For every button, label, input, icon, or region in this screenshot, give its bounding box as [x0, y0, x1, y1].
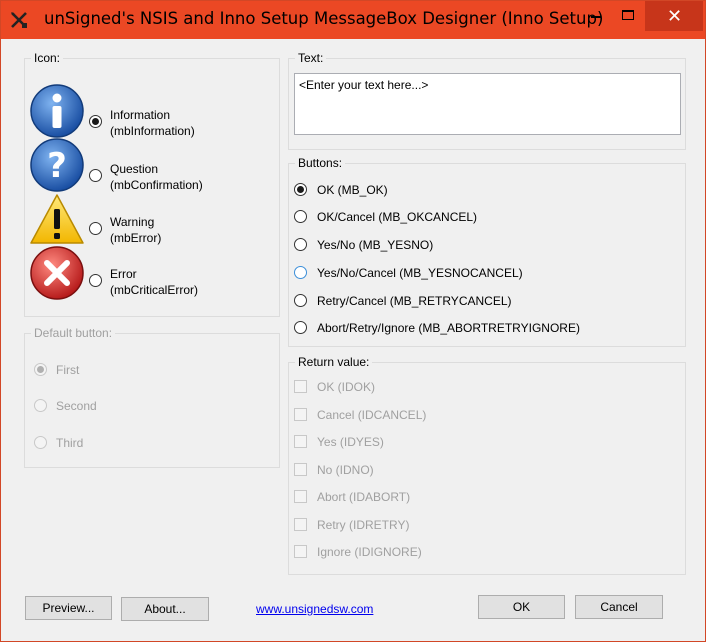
default-button-legend: Default button:	[31, 326, 116, 340]
return-value-group: Return value: OK (IDOK) Cancel (IDCANCEL…	[288, 355, 686, 575]
icon-radio-question[interactable]	[89, 169, 102, 182]
buttons-radio-yesno[interactable]	[294, 238, 307, 251]
buttons-label-yesno: Yes/No (MB_YESNO)	[317, 238, 434, 252]
return-check-idcancel[interactable]	[294, 408, 307, 421]
icon-radio-warning[interactable]	[89, 222, 102, 235]
buttons-radio-yesnocancel[interactable]	[294, 266, 307, 279]
return-label-idyes: Yes (IDYES)	[317, 435, 384, 449]
return-label-idno: No (IDNO)	[317, 463, 374, 477]
icon-group-legend: Icon:	[31, 51, 64, 65]
information-icon[interactable]	[29, 83, 85, 139]
return-label-idcancel: Cancel (IDCANCEL)	[317, 408, 427, 422]
default-radio-third[interactable]	[34, 436, 47, 449]
buttons-label-ok: OK (MB_OK)	[317, 183, 388, 197]
warning-icon[interactable]	[29, 191, 85, 247]
icon-label-question-1: Question	[110, 162, 159, 176]
return-check-idno[interactable]	[294, 463, 307, 476]
return-label-idabort: Abort (IDABORT)	[317, 490, 411, 504]
buttons-label-abortretryignore: Abort/Retry/Ignore (MB_ABORTRETRYIGNORE)	[317, 321, 580, 335]
default-label-third: Third	[56, 436, 84, 450]
buttons-radio-ok[interactable]	[294, 183, 307, 196]
return-check-idretry[interactable]	[294, 518, 307, 531]
icon-label-information-1: Information	[110, 108, 171, 122]
preview-button[interactable]: Preview...	[25, 596, 112, 620]
ok-button[interactable]: OK	[478, 595, 565, 619]
about-button[interactable]: About...	[121, 597, 209, 621]
buttons-radio-retrycancel[interactable]	[294, 294, 307, 307]
return-check-idignore[interactable]	[294, 545, 307, 558]
message-text-input[interactable]: <Enter your text here...>	[294, 73, 681, 135]
buttons-label-retrycancel: Retry/Cancel (MB_RETRYCANCEL)	[317, 294, 512, 308]
text-group: Text: <Enter your text here...>	[288, 51, 686, 150]
icon-label-error-1: Error	[110, 267, 137, 281]
error-icon[interactable]	[29, 245, 85, 301]
buttons-radio-abortretryignore[interactable]	[294, 321, 307, 334]
return-label-idok: OK (IDOK)	[317, 380, 376, 394]
minimize-icon	[591, 16, 601, 18]
buttons-group: Buttons: OK (MB_OK) OK/Cancel (MB_OKCANC…	[288, 156, 686, 347]
default-radio-first[interactable]	[34, 363, 47, 376]
text-group-legend: Text:	[295, 51, 327, 65]
minimize-button[interactable]	[581, 1, 611, 31]
buttons-group-legend: Buttons:	[295, 156, 346, 170]
question-icon[interactable]: ?	[29, 137, 85, 193]
main-window: unSigned's NSIS and Inno Setup MessageBo…	[0, 0, 706, 642]
return-check-idok[interactable]	[294, 380, 307, 393]
return-check-idyes[interactable]	[294, 435, 307, 448]
buttons-radio-okcancel[interactable]	[294, 210, 307, 223]
website-link[interactable]: www.unsignedsw.com	[256, 602, 373, 616]
svg-text:?: ?	[47, 146, 67, 186]
close-button[interactable]: ✕	[645, 1, 703, 31]
return-label-idignore: Ignore (IDIGNORE)	[317, 545, 422, 559]
icon-label-information-2: (mbInformation)	[110, 124, 195, 138]
icon-group: Icon: Information (mbInformation) ? Ques…	[24, 51, 280, 317]
app-icon	[11, 12, 27, 28]
default-radio-second[interactable]	[34, 399, 47, 412]
icon-label-error-2: (mbCriticalError)	[110, 283, 198, 297]
client-area: Icon: Information (mbInformation) ? Ques…	[8, 39, 698, 636]
icon-radio-information[interactable]	[89, 115, 102, 128]
default-button-group: Default button: First Second Third	[24, 326, 280, 468]
return-label-idretry: Retry (IDRETRY)	[317, 518, 410, 532]
title-bar[interactable]: unSigned's NSIS and Inno Setup MessageBo…	[1, 1, 705, 39]
icon-label-warning-2: (mbError)	[110, 231, 162, 245]
icon-label-question-2: (mbConfirmation)	[110, 178, 203, 192]
return-check-idabort[interactable]	[294, 490, 307, 503]
default-label-first: First	[56, 363, 80, 377]
maximize-button[interactable]	[613, 1, 643, 31]
window-title: unSigned's NSIS and Inno Setup MessageBo…	[44, 9, 604, 28]
cancel-button[interactable]: Cancel	[575, 595, 663, 619]
maximize-icon	[622, 10, 634, 20]
buttons-label-yesnocancel: Yes/No/Cancel (MB_YESNOCANCEL)	[317, 266, 523, 280]
icon-radio-error[interactable]	[89, 274, 102, 287]
return-value-legend: Return value:	[295, 355, 373, 369]
icon-label-warning-1: Warning	[110, 215, 155, 229]
close-icon: ✕	[667, 6, 683, 27]
default-label-second: Second	[56, 399, 97, 413]
buttons-label-okcancel: OK/Cancel (MB_OKCANCEL)	[317, 210, 478, 224]
